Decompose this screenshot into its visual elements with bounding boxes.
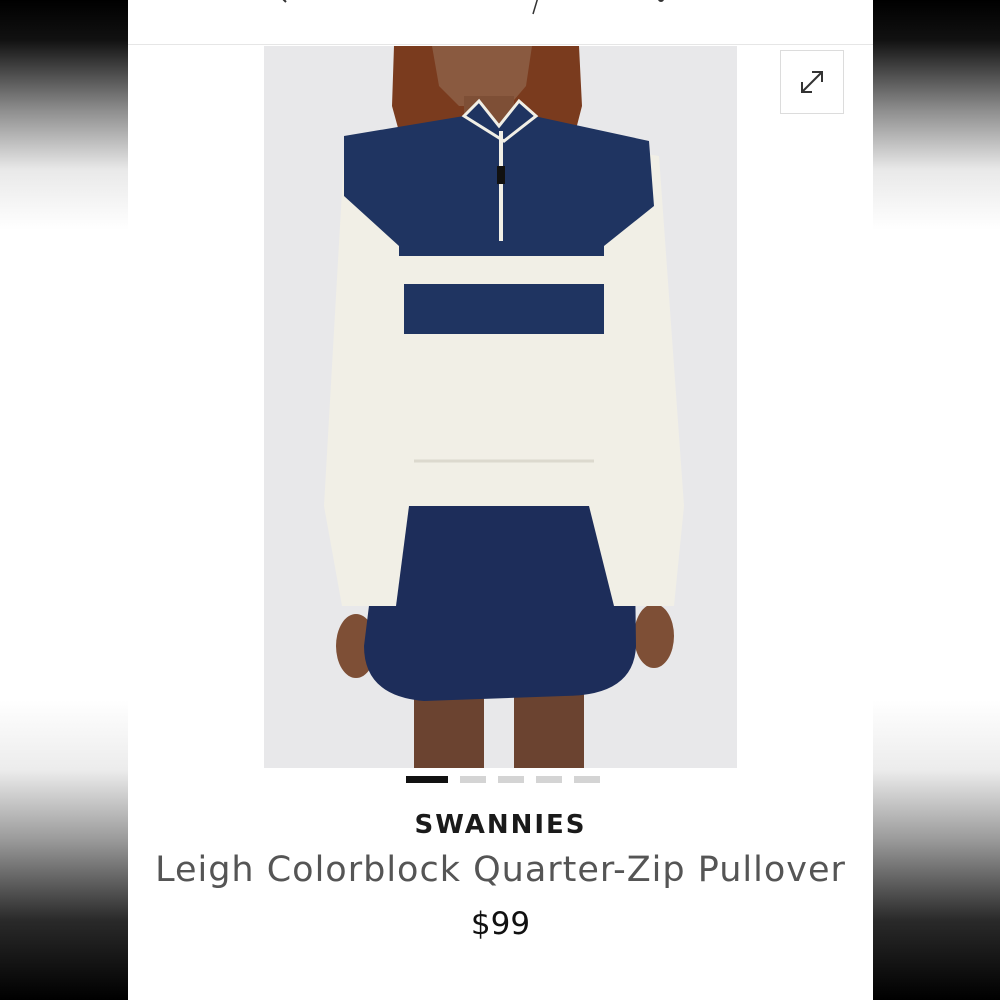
expand-arrows-icon bbox=[801, 71, 823, 93]
header-dot-icon bbox=[658, 0, 664, 2]
pager-dot-5[interactable] bbox=[574, 776, 600, 783]
product-page: SWANNIES Leigh Colorblock Quarter-Zip Pu… bbox=[128, 0, 873, 1000]
search-icon[interactable] bbox=[266, 0, 288, 4]
pager-dot-3[interactable] bbox=[498, 776, 524, 783]
pager-dot-1[interactable] bbox=[406, 776, 448, 783]
product-image[interactable] bbox=[264, 46, 737, 768]
model-wearing-pullover-image bbox=[324, 46, 684, 768]
right-blurred-border bbox=[873, 0, 1000, 1000]
pager-dot-4[interactable] bbox=[536, 776, 562, 783]
product-title: Leigh Colorblock Quarter-Zip Pullover bbox=[155, 850, 846, 890]
site-header bbox=[128, 0, 873, 45]
product-price: $99 bbox=[470, 906, 531, 942]
image-pager bbox=[406, 776, 600, 784]
screenshot-frame: SWANNIES Leigh Colorblock Quarter-Zip Pu… bbox=[0, 0, 1000, 1000]
product-brand[interactable]: SWANNIES bbox=[128, 810, 873, 840]
logo-fragment-icon bbox=[532, 0, 538, 15]
expand-image-button[interactable] bbox=[780, 50, 844, 114]
pager-dot-2[interactable] bbox=[460, 776, 486, 783]
left-blurred-border bbox=[0, 0, 128, 1000]
